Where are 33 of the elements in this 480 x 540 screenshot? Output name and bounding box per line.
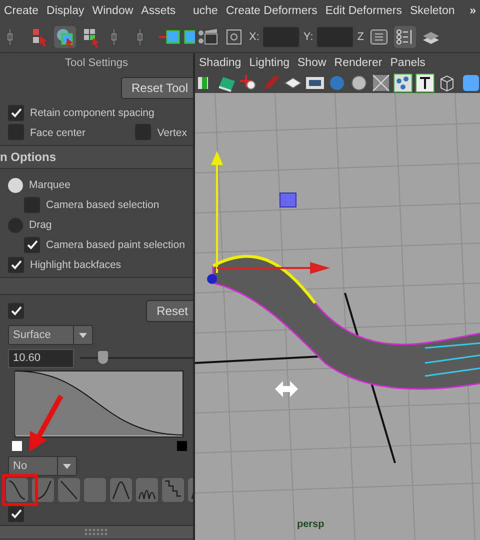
y-label: Y: — [303, 31, 314, 43]
menu-item[interactable]: Display — [42, 5, 88, 17]
x-label: X: — [249, 31, 260, 43]
option-label: Marquee — [29, 179, 70, 191]
menu-item[interactable]: Assets — [137, 5, 180, 17]
menu-item[interactable]: uche — [193, 5, 222, 17]
menu-item[interactable]: Create — [0, 5, 43, 17]
menu-item[interactable]: Renderer — [330, 57, 386, 69]
option-label: Vertex — [157, 127, 187, 139]
preset-dropdown[interactable]: No — [8, 456, 77, 476]
menu-item[interactable]: Skeleton — [406, 5, 459, 17]
option-label: Camera based paint selection — [46, 239, 185, 251]
option-label: Camera based selection — [46, 199, 160, 211]
option-label: Retain component spacing — [30, 107, 154, 119]
menu-item[interactable]: Shading — [195, 57, 246, 69]
overflow-button[interactable]: » — [466, 5, 480, 17]
menu-item[interactable]: Window — [88, 5, 138, 17]
option-label: Drag — [29, 219, 52, 231]
section-title: n Options — [0, 150, 56, 164]
panel-title: Tool Settings — [65, 57, 128, 69]
z-label: Z — [357, 31, 364, 43]
option-label: Face center — [30, 127, 86, 139]
menu-item[interactable]: Lighting — [245, 57, 294, 69]
menu-item[interactable]: Panels — [386, 57, 430, 69]
reset-tool-button[interactable]: Reset Tool — [120, 77, 193, 99]
menu-item[interactable]: Show — [294, 57, 330, 69]
option-label: Highlight backfaces — [30, 259, 122, 271]
menu-item[interactable]: Create Deformers — [222, 5, 322, 17]
reset-button[interactable]: Reset — [146, 300, 193, 322]
camera-label: persp — [297, 519, 324, 530]
menu-item[interactable]: Edit Deformers — [321, 5, 406, 17]
radius-field[interactable]: 10.60 — [8, 348, 74, 368]
falloff-mode-dropdown[interactable]: Surface — [8, 325, 93, 345]
